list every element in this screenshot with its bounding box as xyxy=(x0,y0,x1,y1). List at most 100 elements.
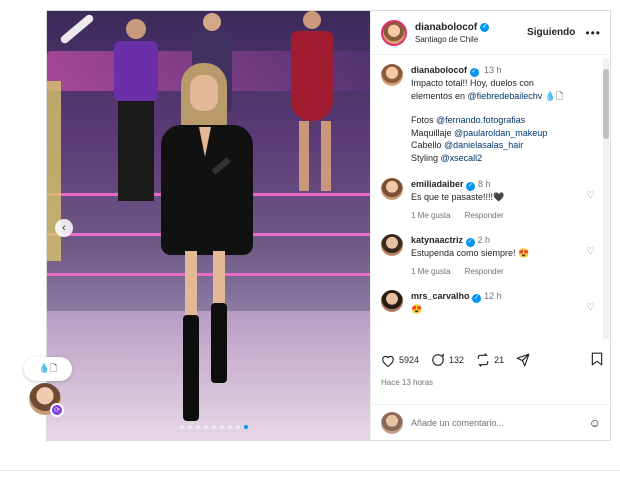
mention-link[interactable]: @danielasalas_hair xyxy=(444,140,523,150)
post-header: dianabolocof ✓ Santiago de Chile Siguien… xyxy=(371,11,611,55)
carousel-dot xyxy=(236,425,240,429)
comments-scrollbar[interactable] xyxy=(603,59,609,339)
carousel-dot xyxy=(196,425,200,429)
commenter-avatar[interactable] xyxy=(381,178,403,200)
carousel-dot xyxy=(180,425,184,429)
background-dancer xyxy=(109,19,163,209)
post-side-panel: dianabolocof ✓ Santiago de Chile Siguien… xyxy=(370,11,611,440)
post-location[interactable]: Santiago de Chile xyxy=(415,35,527,44)
credit-line: Styling @xsecall2 xyxy=(411,152,591,165)
credit-line: Fotos @fernando.fotografias xyxy=(411,114,591,127)
notification-badge: ⟳ xyxy=(50,403,64,417)
caption-line: Impacto total!! Hoy, duelos con xyxy=(411,78,534,88)
carousel-dot-active xyxy=(244,425,248,429)
post-actions: 5924 132 21 xyxy=(381,348,603,372)
verified-icon: ✓ xyxy=(472,294,482,303)
like-button[interactable]: 5924 xyxy=(381,354,419,367)
comment-item: emiliadaiber ✓ 8 h Es que te pasaste!!!!🖤… xyxy=(381,178,601,222)
credit-label: Cabello xyxy=(411,140,445,150)
comment-likes[interactable]: 1 Me gusta xyxy=(411,266,451,279)
prev-photo-button[interactable]: ‹ xyxy=(55,219,73,237)
comment-item: katynaactriz ✓ 2 h Estupenda como siempre… xyxy=(381,234,601,278)
chevron-left-icon: ‹ xyxy=(62,222,66,234)
caption-line: elementos en @fiebredebailechv 💧🗋 xyxy=(411,90,591,103)
more-options-button[interactable]: ••• xyxy=(585,26,601,40)
scrollbar-thumb[interactable] xyxy=(603,69,609,139)
credit-label: Styling xyxy=(411,152,441,163)
comment-text: Estupenda como siempre! 😍 xyxy=(411,248,530,258)
post-modal: ‹ dianabolocof ✓ Santiago de Chile Sigui… xyxy=(46,10,611,441)
mention-link[interactable]: @fernando.fotografias xyxy=(436,115,525,125)
save-button[interactable] xyxy=(591,352,603,368)
reply-button[interactable]: Responder xyxy=(465,210,504,223)
heart-icon[interactable]: ♡ xyxy=(586,246,595,257)
reply-button[interactable]: Responder xyxy=(465,266,504,279)
mention-link[interactable]: @xsecall2 xyxy=(441,153,483,163)
following-button[interactable]: Siguiendo xyxy=(527,27,575,38)
carousel-dot xyxy=(212,425,216,429)
comment-time: 8 h xyxy=(478,179,491,189)
comment-text: 😍 xyxy=(411,304,423,314)
post-caption: dianabolocof ✓ 13 h Impacto total!! Hoy,… xyxy=(381,64,601,164)
credit-line: Cabello @danielasalas_hair xyxy=(411,139,591,152)
comment-body: katynaactriz ✓ 2 h Estupenda como siempre… xyxy=(411,234,591,278)
carousel-dot xyxy=(220,425,224,429)
caption-text: elementos en xyxy=(411,90,468,101)
carousel-dot xyxy=(228,425,232,429)
post-time-ago: Hace 13 horas xyxy=(381,378,434,387)
comment-meta: 1 Me gusta Responder xyxy=(411,266,591,279)
page-divider xyxy=(0,470,620,471)
verified-icon: ✓ xyxy=(469,68,479,77)
share-icon xyxy=(477,353,489,367)
mention-link[interactable]: @fiebredebailechv xyxy=(468,91,543,101)
author-username-row: dianabolocof ✓ xyxy=(415,22,527,33)
commenter-avatar[interactable] xyxy=(381,290,403,312)
carousel-dots xyxy=(180,425,248,429)
commenter-username[interactable]: mrs_carvalho xyxy=(411,291,470,301)
comment-button[interactable]: 132 xyxy=(431,353,464,367)
main-subject xyxy=(157,63,257,423)
mention-link[interactable]: @paularoldan_makeup xyxy=(454,128,547,138)
heart-icon xyxy=(382,355,394,367)
commenter-username[interactable]: katynaactriz xyxy=(411,235,463,245)
comments-list[interactable]: dianabolocof ✓ 13 h Impacto total!! Hoy,… xyxy=(371,56,611,344)
comments-count[interactable]: 132 xyxy=(449,355,464,365)
likes-count[interactable]: 5924 xyxy=(399,355,419,365)
caption-emoji: 💧🗋 xyxy=(542,90,564,101)
shares-count[interactable]: 21 xyxy=(494,355,504,365)
caption-username[interactable]: dianabolocof xyxy=(411,65,467,75)
emoji-icon[interactable]: ☺ xyxy=(589,416,601,430)
comment-item: mrs_carvalho ✓ 12 h 😍 ♡ xyxy=(381,290,601,316)
credit-line: Maquillaje @paularoldan_makeup xyxy=(411,127,591,140)
comment-likes[interactable]: 1 Me gusta xyxy=(411,210,451,223)
repost-button[interactable]: 21 xyxy=(476,353,504,367)
credit-label: Maquillaje xyxy=(411,127,455,138)
caption-avatar[interactable] xyxy=(381,64,403,86)
add-comment-input[interactable]: Añade un comentario... xyxy=(411,418,589,428)
current-user-avatar xyxy=(381,411,403,434)
carousel-dot xyxy=(204,425,208,429)
carousel-dot xyxy=(188,425,192,429)
save-icon xyxy=(591,352,603,366)
comment-body: mrs_carvalho ✓ 12 h 😍 xyxy=(411,290,591,316)
commenter-username[interactable]: emiliadaiber xyxy=(411,179,464,189)
comment-body: emiliadaiber ✓ 8 h Es que te pasaste!!!!🖤… xyxy=(411,178,591,222)
caption-body: dianabolocof ✓ 13 h Impacto total!! Hoy,… xyxy=(411,64,591,164)
comment-time: 12 h xyxy=(484,291,502,301)
comment-icon xyxy=(432,353,445,366)
author-username[interactable]: dianabolocof xyxy=(415,22,477,33)
background-dancer xyxy=(285,11,339,196)
author-avatar[interactable] xyxy=(381,19,407,46)
comment-meta: 1 Me gusta Responder xyxy=(411,210,591,223)
comment-text: Es que te pasaste!!!!🖤 xyxy=(411,192,505,202)
heart-icon[interactable]: ♡ xyxy=(586,302,595,313)
commenter-avatar[interactable] xyxy=(381,234,403,256)
verified-icon: ✓ xyxy=(465,238,475,247)
send-button[interactable] xyxy=(516,353,530,367)
credit-label: Fotos xyxy=(411,115,437,125)
comment-time: 2 h xyxy=(477,235,491,245)
notes-pill[interactable]: 💧🗋 xyxy=(24,357,72,381)
instagram-page: ‹ dianabolocof ✓ Santiago de Chile Sigui… xyxy=(0,0,620,482)
post-photo[interactable]: ‹ xyxy=(47,11,370,440)
heart-icon[interactable]: ♡ xyxy=(586,190,595,201)
